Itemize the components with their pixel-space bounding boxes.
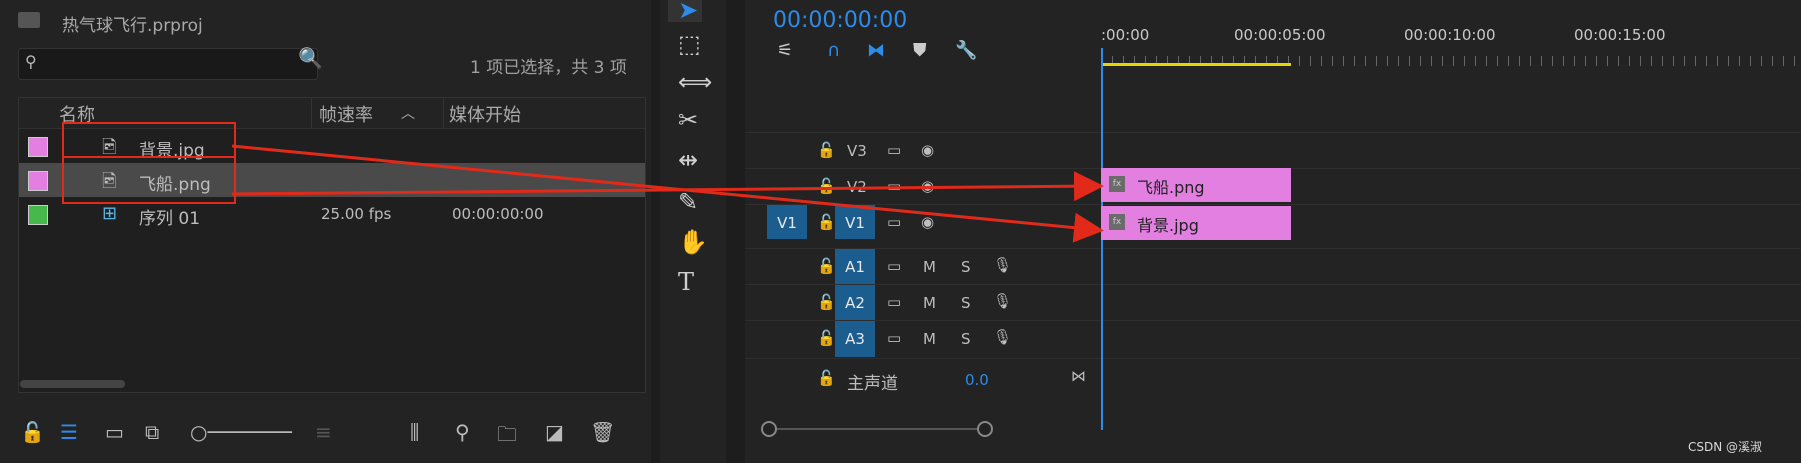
- annotation-arrows: [231, 144, 1104, 243]
- watermark: CSDN @溪淑: [1688, 440, 1763, 454]
